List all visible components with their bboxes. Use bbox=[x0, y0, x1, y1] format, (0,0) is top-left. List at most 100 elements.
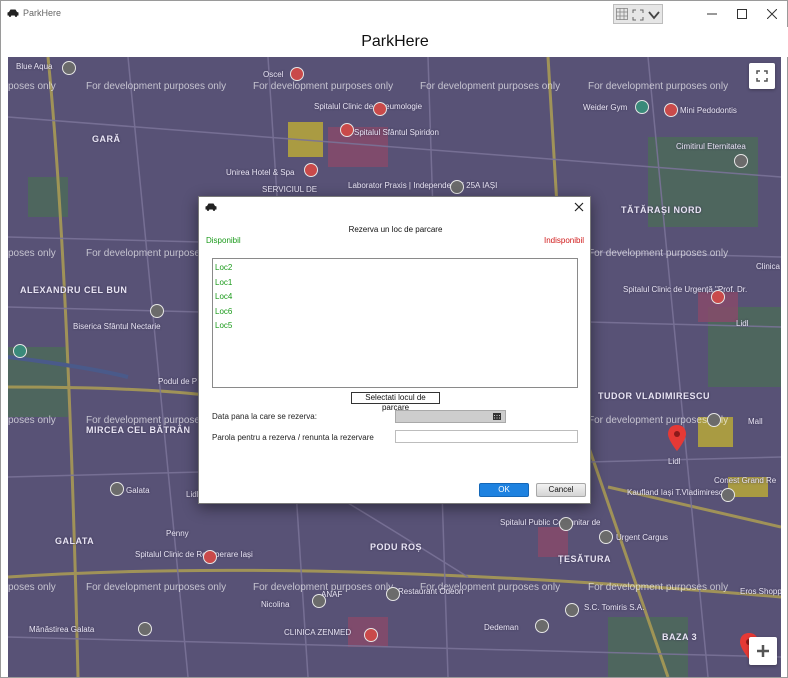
poi-pin[interactable] bbox=[62, 61, 76, 75]
map-label: Penny bbox=[166, 529, 189, 538]
map-fullscreen-button[interactable] bbox=[749, 63, 775, 89]
map-label: Spitalul Clinic de Urgență "Prof. Dr. bbox=[623, 285, 748, 294]
debug-toolbar[interactable] bbox=[613, 4, 663, 24]
map-watermark: For development purposes only bbox=[588, 582, 729, 593]
hospital-pin[interactable] bbox=[203, 550, 217, 564]
map-watermark: For development purposes only bbox=[86, 582, 227, 593]
poi-pin[interactable] bbox=[290, 67, 304, 81]
map-label: GALATA bbox=[55, 536, 95, 546]
ok-button[interactable]: OK bbox=[479, 483, 529, 497]
map-label: Mall bbox=[748, 417, 763, 426]
window-title: ParkHere bbox=[23, 8, 62, 18]
gym-pin[interactable] bbox=[635, 100, 649, 114]
poi-pin[interactable] bbox=[559, 517, 573, 531]
mall-pin[interactable] bbox=[707, 413, 721, 427]
close-icon bbox=[767, 9, 777, 19]
list-item[interactable]: Loc5 bbox=[213, 319, 577, 334]
app-header: ParkHere bbox=[2, 27, 788, 57]
map-label: Biserica Sfântul Nectarie bbox=[73, 322, 161, 331]
car-icon bbox=[205, 203, 217, 211]
map-label: Cimitirul Eternitatea bbox=[676, 142, 746, 151]
password-field[interactable] bbox=[395, 430, 578, 443]
close-window-button[interactable] bbox=[757, 1, 787, 27]
map-label: Kaufland Iași T.Vladimirescu bbox=[627, 488, 728, 497]
church-pin[interactable] bbox=[150, 304, 164, 318]
hospital-pin[interactable] bbox=[364, 628, 378, 642]
cemetery-pin[interactable] bbox=[734, 154, 748, 168]
fullscreen-icon bbox=[756, 70, 768, 82]
map-label: Spitalul Clinic de Recuperare Iași bbox=[135, 550, 253, 559]
map-label: Urgent Cargus bbox=[616, 533, 669, 542]
map-label: Lidl bbox=[668, 457, 681, 466]
poi-pin[interactable] bbox=[599, 530, 613, 544]
list-item[interactable]: Loc2 bbox=[213, 261, 577, 276]
map-watermark: For development purposes only bbox=[588, 248, 729, 259]
map-label: ȚESĂTURA bbox=[558, 554, 611, 564]
chevron-down-icon[interactable] bbox=[648, 9, 660, 21]
map-label: Spitalul Clinic de Pneumologie bbox=[314, 102, 423, 111]
map-label: Restaurant Odeon bbox=[398, 587, 464, 596]
map-label: ALEXANDRU CEL BUN bbox=[20, 285, 128, 295]
list-item[interactable]: Loc6 bbox=[213, 305, 577, 320]
map-label: Nicolina bbox=[261, 600, 290, 609]
parking-marker[interactable] bbox=[668, 425, 686, 451]
app-window: ParkHere ParkHere poses only For develop… bbox=[0, 0, 788, 678]
poi-pin[interactable] bbox=[13, 344, 27, 358]
restaurant-pin[interactable] bbox=[386, 587, 400, 601]
plus-icon bbox=[757, 645, 769, 657]
maximize-button[interactable] bbox=[727, 1, 757, 27]
shop-pin[interactable] bbox=[535, 619, 549, 633]
date-picker[interactable] bbox=[395, 410, 506, 423]
map-label: Spitalul Sfântul Spiridon bbox=[354, 128, 439, 137]
map-watermark: For development purposes only bbox=[588, 81, 729, 92]
grid-icon[interactable] bbox=[616, 8, 628, 20]
poi-pin[interactable] bbox=[450, 180, 464, 194]
map-label: TUDOR VLADIMIRESCU bbox=[598, 391, 710, 401]
map-label: TĂTĂRAȘI NORD bbox=[621, 205, 702, 215]
church-pin[interactable] bbox=[138, 622, 152, 636]
page-title: ParkHere bbox=[361, 33, 429, 50]
list-item[interactable]: Loc1 bbox=[213, 276, 577, 291]
map-label: Oscel bbox=[263, 70, 284, 79]
poi-pin[interactable] bbox=[312, 594, 326, 608]
map-label: SERVICIUL DE bbox=[262, 185, 318, 194]
select-spot-button[interactable]: Selectati locul de parcare bbox=[351, 392, 440, 412]
map-watermark: For development purposes only bbox=[420, 81, 561, 92]
map-label: Mănăstirea Galata bbox=[29, 625, 95, 634]
hospital-pin[interactable] bbox=[711, 290, 725, 304]
map-label: Conest Grand Re bbox=[714, 476, 777, 485]
map-label: S.C. Tomiris S.A. bbox=[584, 603, 645, 612]
map-label: MIRCEA CEL BĂTRÂN bbox=[86, 425, 191, 435]
calendar-icon[interactable] bbox=[493, 413, 501, 420]
unavailable-label: Indisponibil bbox=[544, 236, 585, 245]
hotel-pin[interactable] bbox=[304, 163, 318, 177]
hospital-pin[interactable] bbox=[340, 123, 354, 137]
map-watermark: poses only bbox=[8, 582, 56, 593]
poi-pin[interactable] bbox=[565, 603, 579, 617]
map-label: Galata bbox=[126, 486, 150, 495]
close-icon[interactable] bbox=[573, 201, 585, 213]
expand-icon[interactable] bbox=[632, 9, 644, 21]
hospital-pin[interactable] bbox=[373, 102, 387, 116]
shop-pin[interactable] bbox=[721, 488, 735, 502]
map-label: Laborator Praxis | Independenței 25A IAȘ… bbox=[348, 181, 498, 190]
poi-pin[interactable] bbox=[664, 103, 678, 117]
map-label: Dedeman bbox=[484, 623, 519, 632]
reservation-dialog: Rezerva un loc de parcare Disponibil Ind… bbox=[198, 196, 591, 504]
car-icon bbox=[7, 9, 19, 17]
minimize-button[interactable] bbox=[697, 1, 727, 27]
map-label: Spitalul Public Comunitar de bbox=[500, 518, 601, 527]
map-label: CLINICA ZENMED bbox=[284, 628, 352, 637]
list-item[interactable]: Loc4 bbox=[213, 290, 577, 305]
map-label: Clinica Ofta bbox=[756, 262, 781, 271]
zoom-in-button[interactable] bbox=[749, 637, 777, 665]
map-label: Blue Aqua bbox=[16, 62, 53, 71]
map-watermark: poses only bbox=[8, 248, 56, 259]
minimize-icon bbox=[707, 13, 717, 15]
map-watermark: poses only bbox=[8, 415, 56, 426]
poi-pin[interactable] bbox=[110, 482, 124, 496]
cancel-button[interactable]: Cancel bbox=[536, 483, 586, 497]
parking-spot-list[interactable]: Loc2 Loc1 Loc4 Loc6 Loc5 bbox=[212, 258, 578, 388]
dialog-title: Rezerva un loc de parcare bbox=[348, 225, 443, 234]
map-label: BAZA 3 bbox=[662, 632, 698, 642]
